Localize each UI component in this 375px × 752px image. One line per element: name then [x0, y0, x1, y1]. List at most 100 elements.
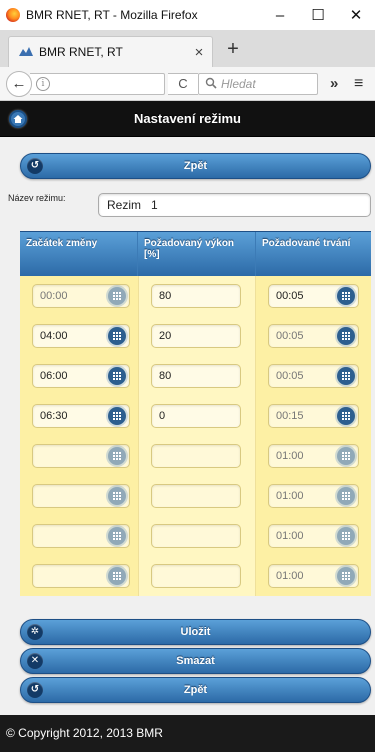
time-picker-icon[interactable]	[108, 487, 126, 505]
window-titlebar: BMR RNET, RT - Mozilla Firefox – ☐ ✕	[0, 0, 375, 30]
duration-field[interactable]: 01:00	[268, 444, 359, 468]
power-cell: 20	[138, 316, 256, 356]
time-picker-icon[interactable]	[337, 527, 355, 545]
power-field[interactable]	[151, 564, 241, 588]
firefox-logo-icon	[6, 8, 20, 22]
save-button-label: Uložit	[180, 626, 211, 638]
power-cell: 0	[138, 396, 256, 436]
start-time-field[interactable]: 06:30	[32, 404, 130, 428]
start-cell: 06:30	[20, 396, 138, 436]
save-button[interactable]: ✲ Uložit	[20, 619, 371, 645]
time-picker-icon[interactable]	[337, 567, 355, 585]
time-picker-icon[interactable]	[108, 527, 126, 545]
minimize-button[interactable]: –	[261, 0, 299, 30]
start-time-field[interactable]	[32, 524, 130, 548]
duration-field[interactable]: 00:05	[268, 364, 359, 388]
reload-button[interactable]: C	[168, 73, 198, 95]
start-time-field[interactable]	[32, 564, 130, 588]
start-time-value: 06:00	[40, 370, 68, 382]
power-field[interactable]: 80	[151, 364, 241, 388]
schedule-grid: Začátek změny Požadovaný výkon [%] Požad…	[20, 231, 371, 596]
table-row: 04:00 20 00:05	[20, 316, 371, 356]
start-time-field[interactable]: 04:00	[32, 324, 130, 348]
home-button[interactable]	[9, 110, 27, 128]
search-input[interactable]: Hledat	[198, 73, 318, 95]
duration-value: 01:00	[276, 490, 304, 502]
power-field[interactable]: 80	[151, 284, 241, 308]
delete-button-label: Smazat	[176, 655, 215, 667]
time-picker-icon[interactable]	[108, 367, 126, 385]
time-picker-icon[interactable]	[337, 287, 355, 305]
time-picker-icon[interactable]	[108, 287, 126, 305]
table-row: 06:30 0 00:15	[20, 396, 371, 436]
browser-back-button[interactable]: ←	[6, 71, 32, 97]
start-time-value: 04:00	[40, 330, 68, 342]
power-field[interactable]: 0	[151, 404, 241, 428]
header-start: Začátek změny	[20, 232, 138, 276]
start-time-field[interactable]: 06:00	[32, 364, 130, 388]
duration-field[interactable]: 01:00	[268, 524, 359, 548]
back-button-bottom-label: Zpět	[183, 684, 208, 696]
footer: © Copyright 2012, 2013 BMR	[0, 715, 375, 752]
duration-cell: 00:05	[256, 276, 371, 316]
duration-cell: 01:00	[256, 436, 371, 476]
power-field[interactable]	[151, 444, 241, 468]
time-picker-icon[interactable]	[337, 487, 355, 505]
hamburger-menu-button[interactable]: ≡	[354, 75, 363, 93]
header-power: Požadovaný výkon [%]	[138, 232, 256, 276]
power-field[interactable]	[151, 524, 241, 548]
time-picker-icon[interactable]	[108, 407, 126, 425]
time-picker-icon[interactable]	[108, 567, 126, 585]
time-picker-icon[interactable]	[108, 447, 126, 465]
delete-button[interactable]: ✕ Smazat	[20, 648, 371, 674]
duration-cell: 01:00	[256, 556, 371, 596]
duration-cell: 01:00	[256, 516, 371, 556]
overflow-menu-button[interactable]: »	[330, 75, 338, 92]
table-row: 00:00 80 00:05	[20, 276, 371, 316]
duration-field[interactable]: 00:05	[268, 324, 359, 348]
table-row: 01:00	[20, 436, 371, 476]
back-button-bottom[interactable]: ↺ Zpět	[20, 677, 371, 703]
start-cell: 00:00	[20, 276, 138, 316]
time-picker-icon[interactable]	[337, 407, 355, 425]
page-title: Nastavení režimu	[134, 111, 241, 126]
content: ↺ Zpět Název režimu: Rezim 1 Začátek změ…	[0, 137, 375, 715]
tab-bmr-rnet[interactable]: BMR RNET, RT ×	[8, 36, 213, 67]
app-header: Nastavení režimu	[0, 101, 375, 137]
time-picker-icon[interactable]	[337, 367, 355, 385]
start-time-field[interactable]: 00:00	[32, 284, 130, 308]
duration-field[interactable]: 01:00	[268, 484, 359, 508]
time-picker-icon[interactable]	[108, 327, 126, 345]
grid-body: 00:00 80 00:05 04:00 20 00:05 06:00 80 00:05 06:3…	[20, 276, 371, 596]
tab-close-button[interactable]: ×	[186, 44, 212, 61]
power-field[interactable]	[151, 484, 241, 508]
power-field[interactable]: 20	[151, 324, 241, 348]
duration-field[interactable]: 01:00	[268, 564, 359, 588]
time-picker-icon[interactable]	[337, 327, 355, 345]
power-value: 0	[159, 410, 166, 422]
power-value: 80	[159, 290, 172, 302]
duration-value: 01:00	[276, 570, 304, 582]
start-cell	[20, 556, 138, 596]
start-cell: 06:00	[20, 356, 138, 396]
close-window-button[interactable]: ✕	[337, 0, 375, 30]
power-cell: 80	[138, 276, 256, 316]
table-row: 01:00	[20, 476, 371, 516]
search-icon	[205, 77, 217, 92]
mode-name-row: Název režimu: Rezim 1	[0, 191, 375, 219]
start-time-field[interactable]	[32, 484, 130, 508]
maximize-button[interactable]: ☐	[299, 0, 337, 30]
start-time-value: 06:30	[40, 410, 68, 422]
new-tab-button[interactable]: +	[221, 38, 245, 62]
time-picker-icon[interactable]	[337, 447, 355, 465]
mode-name-input[interactable]: Rezim 1	[98, 193, 371, 217]
duration-field[interactable]: 00:05	[268, 284, 359, 308]
url-bar[interactable]: i	[30, 73, 165, 95]
back-button-top[interactable]: ↺ Zpět	[20, 153, 371, 179]
start-time-field[interactable]	[32, 444, 130, 468]
power-cell	[138, 556, 256, 596]
info-icon[interactable]: i	[36, 77, 50, 91]
duration-value: 00:05	[276, 370, 304, 382]
power-cell	[138, 436, 256, 476]
duration-field[interactable]: 00:15	[268, 404, 359, 428]
